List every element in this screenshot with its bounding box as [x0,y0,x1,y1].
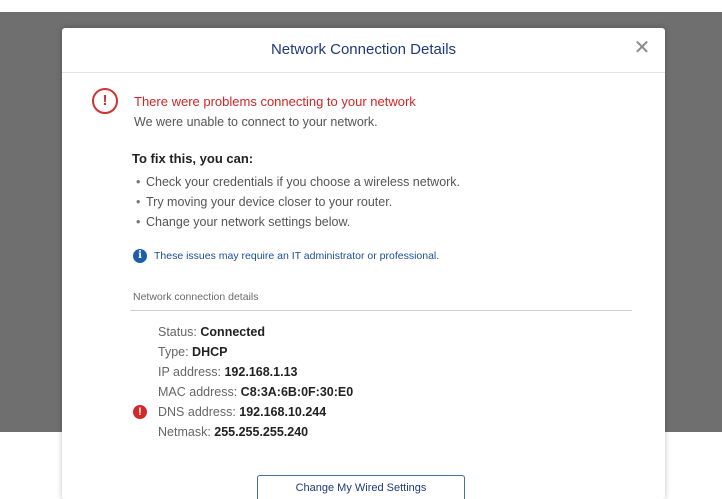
close-icon[interactable]: ✕ [631,37,653,59]
section-divider [130,310,632,311]
list-item: • Change your network settings below. [136,215,351,229]
detail-value: Connected [200,325,265,339]
fix-heading: To fix this, you can: [132,151,254,166]
detail-label: IP address: [158,365,225,379]
details-list: Status: Connected Type: DHCP IP address:… [133,322,353,442]
fix-item-text: Try moving your device closer to your ro… [146,195,393,209]
alert-circle-icon: ! [92,88,118,114]
detail-value: 192.168.10.244 [239,405,327,419]
detail-row-netmask: Netmask: 255.255.255.240 [158,422,353,442]
dialog-title: Network Connection Details [270,41,457,58]
detail-row-ip: IP address: 192.168.1.13 [158,362,353,382]
detail-row-type: Type: DHCP [158,342,353,362]
error-title: There were problems connecting to your n… [134,94,416,109]
dialog-header: Network Connection Details ✕ [62,28,665,73]
detail-label: Netmask: [158,425,215,439]
detail-label: MAC address: [158,385,241,399]
detail-label: Type: [158,345,193,359]
detail-value: 255.255.255.240 [214,425,309,439]
detail-row-status: Status: Connected [158,322,353,342]
network-details-dialog: Network Connection Details ✕ ! There wer… [62,28,665,499]
error-subtitle: We were unable to connect to your networ… [134,115,378,129]
error-icon: ! [133,405,147,419]
list-item: • Check your credentials if you choose a … [136,175,461,189]
change-wired-settings-button[interactable]: Change My Wired Settings [257,475,465,499]
detail-label: Status: [158,325,201,339]
list-item: • Try moving your device closer to your r… [136,195,393,209]
info-text: These issues may require an IT administr… [154,250,440,262]
detail-value: DHCP [192,345,228,359]
detail-row-mac: MAC address: C8:3A:6B:0F:30:E0 [158,382,353,402]
detail-row-dns: ! DNS address: 192.168.10.244 [133,402,353,422]
fix-list: • Check your credentials if you choose a … [136,172,460,232]
info-icon: i [133,249,147,263]
fix-item-text: Change your network settings below. [146,215,351,229]
detail-value: 192.168.1.13 [224,365,298,379]
detail-label: DNS address: [158,405,240,419]
section-title: Network connection details [133,291,259,303]
fix-item-text: Check your credentials if you choose a w… [146,175,461,189]
detail-value: C8:3A:6B:0F:30:E0 [240,385,354,399]
